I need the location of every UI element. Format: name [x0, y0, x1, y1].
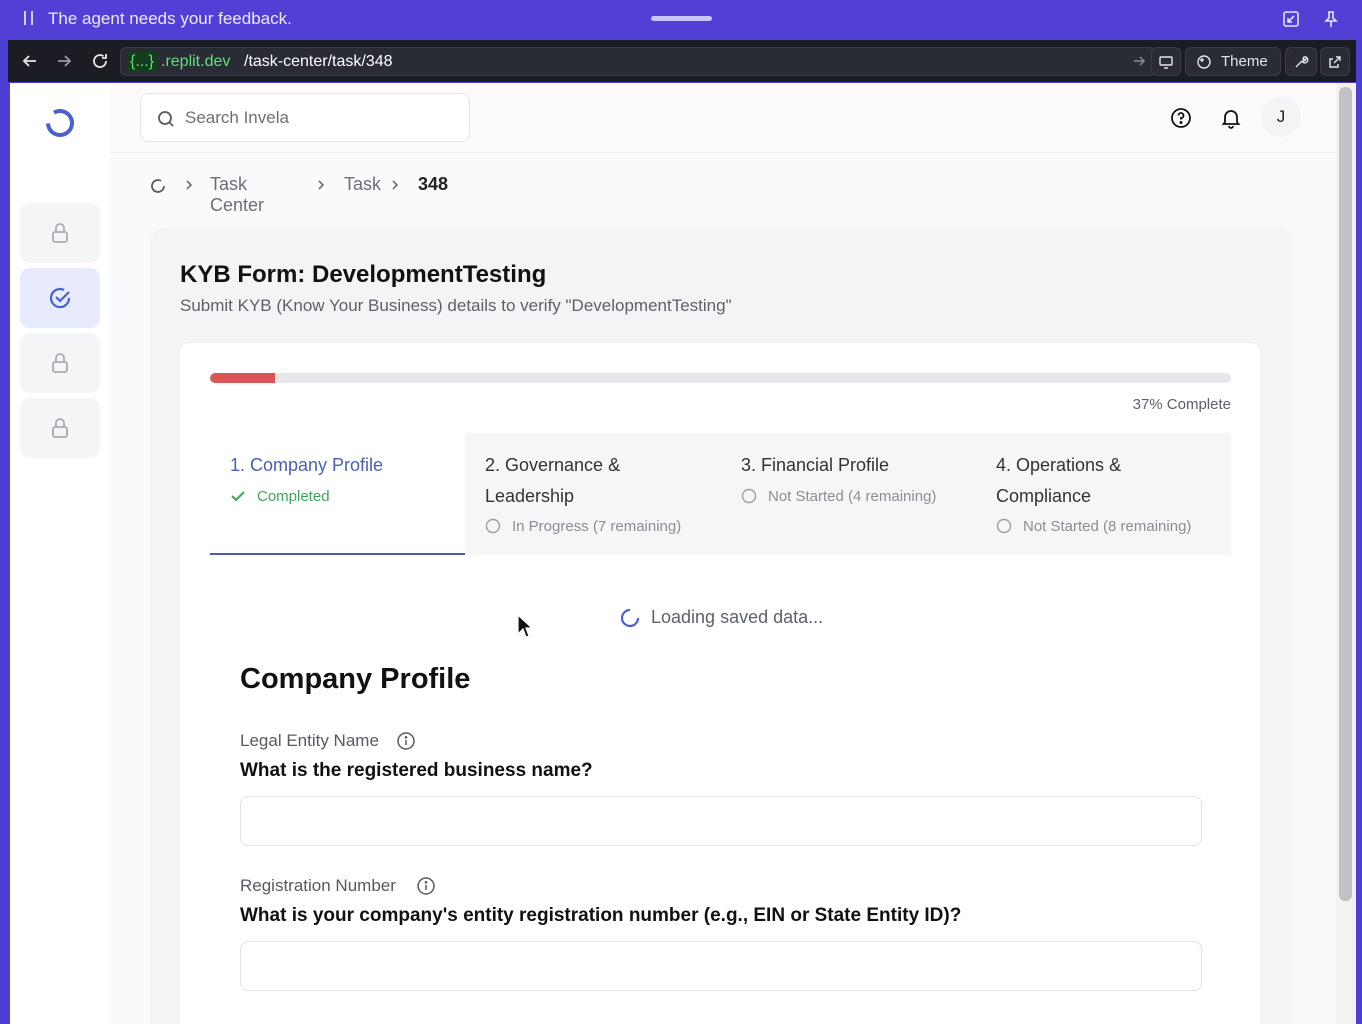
circle-icon [485, 518, 501, 534]
devices-button[interactable] [1151, 47, 1181, 76]
theme-button[interactable]: Theme [1185, 47, 1281, 76]
tab-financial-profile[interactable]: 3. Financial Profile Not Started (4 rema… [721, 433, 976, 555]
home-logo-icon[interactable] [148, 176, 168, 196]
open-new-tab-button[interactable] [1320, 47, 1350, 76]
address-bar[interactable]: {...} .replit.dev /task-center/task/348 [120, 47, 1156, 76]
tab-label: 2. Governance & Leadership [485, 455, 621, 506]
field-question: What is your company's entity registrati… [240, 905, 962, 926]
reload-icon[interactable] [90, 51, 110, 71]
tab-company-profile[interactable]: 1. Company Profile Completed [210, 433, 465, 555]
task-card: KYB Form: DevelopmentTesting Submit KYB … [150, 228, 1292, 1024]
tab-status-text: Completed [257, 488, 330, 505]
sidebar [10, 83, 110, 1024]
check-icon [231, 491, 245, 502]
circle-icon [996, 518, 1012, 534]
bell-icon[interactable] [1220, 107, 1242, 129]
page-title: KYB Form: DevelopmentTesting [180, 261, 547, 288]
browser-toolbar: {...} .replit.dev /task-center/task/348 … [8, 40, 1356, 82]
breadcrumb-task[interactable]: Task [344, 174, 381, 195]
forward-arrow-icon[interactable] [54, 51, 74, 71]
lock-icon [52, 223, 68, 243]
sidebar-item-locked-2[interactable] [20, 333, 100, 393]
wrench-icon [1295, 56, 1309, 68]
go-arrow-icon[interactable] [1131, 53, 1147, 69]
search-box[interactable] [140, 93, 470, 142]
agent-feedback-bar: The agent needs your feedback. [0, 0, 1362, 40]
host-badge: {...} [127, 52, 158, 72]
search-input[interactable] [185, 104, 455, 132]
loading-text: Loading saved data... [651, 607, 824, 627]
app-viewport: J Task Center Task 348 KYB Form: Develop… [10, 83, 1356, 1024]
field-label: Legal Entity Name [240, 731, 415, 751]
progress-fill [210, 373, 276, 383]
section-title: Company Profile [240, 663, 471, 695]
url-path: /task-center/task/348 [244, 53, 393, 70]
tab-status-text: Not Started (8 remaining) [1023, 518, 1192, 535]
progress-label: 37% Complete [1132, 396, 1231, 413]
help-icon[interactable] [1170, 107, 1192, 129]
field-question: What is the registered business name? [240, 760, 593, 781]
progress-bar [210, 373, 1231, 383]
circle-icon [741, 488, 757, 504]
form-tabs: 1. Company Profile Completed 2. Governan… [210, 433, 1231, 555]
field-label: Registration Number [240, 876, 435, 896]
invela-logo-icon[interactable] [43, 106, 77, 140]
monitor-icon [1159, 56, 1173, 69]
chevron-right-icon [318, 180, 325, 190]
page-scrollbar[interactable] [1336, 83, 1356, 1024]
tab-status-text: In Progress (7 remaining) [512, 518, 682, 535]
chevron-right-icon [392, 180, 399, 190]
agent-message: The agent needs your feedback. [48, 9, 292, 28]
pin-icon[interactable] [1321, 9, 1341, 29]
palette-icon [1197, 55, 1211, 69]
registration-number-input[interactable] [240, 941, 1202, 991]
host-domain: .replit.dev [161, 53, 231, 70]
drag-handle[interactable] [651, 16, 712, 21]
sidebar-item-locked-3[interactable] [20, 398, 100, 458]
chevron-right-icon [186, 180, 193, 190]
tab-label: 4. Operations & Compliance [996, 455, 1122, 506]
screen-frame: The agent needs your feedback. {...} .re… [0, 0, 1362, 1024]
info-icon[interactable] [416, 876, 436, 896]
tab-status-text: Not Started (4 remaining) [768, 488, 937, 505]
spinner-icon [620, 608, 640, 628]
pause-icon[interactable] [22, 11, 34, 27]
tab-governance-leadership[interactable]: 2. Governance & Leadership In Progress (… [465, 433, 720, 555]
lock-icon [52, 353, 68, 373]
back-arrow-icon[interactable] [20, 51, 40, 71]
breadcrumb-task-center[interactable]: Task Center [210, 174, 264, 216]
info-icon[interactable] [396, 731, 416, 751]
minimize-window-icon[interactable] [1281, 9, 1301, 29]
field-label-text: Registration Number [240, 876, 396, 895]
external-link-icon [1329, 56, 1341, 68]
devtools-button[interactable] [1285, 47, 1317, 76]
field-label-text: Legal Entity Name [240, 731, 379, 750]
legal-entity-name-input[interactable] [240, 796, 1202, 846]
sidebar-item-locked-1[interactable] [20, 203, 100, 263]
tab-operations-compliance[interactable]: 4. Operations & Compliance Not Started (… [976, 433, 1231, 555]
check-circle-icon [49, 287, 71, 309]
mouse-cursor-icon [517, 614, 533, 638]
top-bar: J [110, 83, 1336, 153]
tab-label: 3. Financial Profile [741, 455, 890, 475]
tab-label: 1. Company Profile [230, 455, 384, 475]
avatar[interactable]: J [1261, 97, 1301, 137]
scrollbar-thumb[interactable] [1339, 87, 1352, 901]
main-content: J Task Center Task 348 KYB Form: Develop… [110, 83, 1336, 1024]
form-panel: 37% Complete 1. Company Profile Complete… [180, 343, 1260, 1024]
lock-icon [52, 418, 68, 438]
sidebar-item-tasks[interactable] [20, 268, 100, 328]
search-icon [158, 111, 174, 127]
page-subtitle: Submit KYB (Know Your Business) details … [180, 296, 732, 315]
breadcrumb-current: 348 [418, 174, 449, 194]
theme-label: Theme [1221, 53, 1268, 70]
